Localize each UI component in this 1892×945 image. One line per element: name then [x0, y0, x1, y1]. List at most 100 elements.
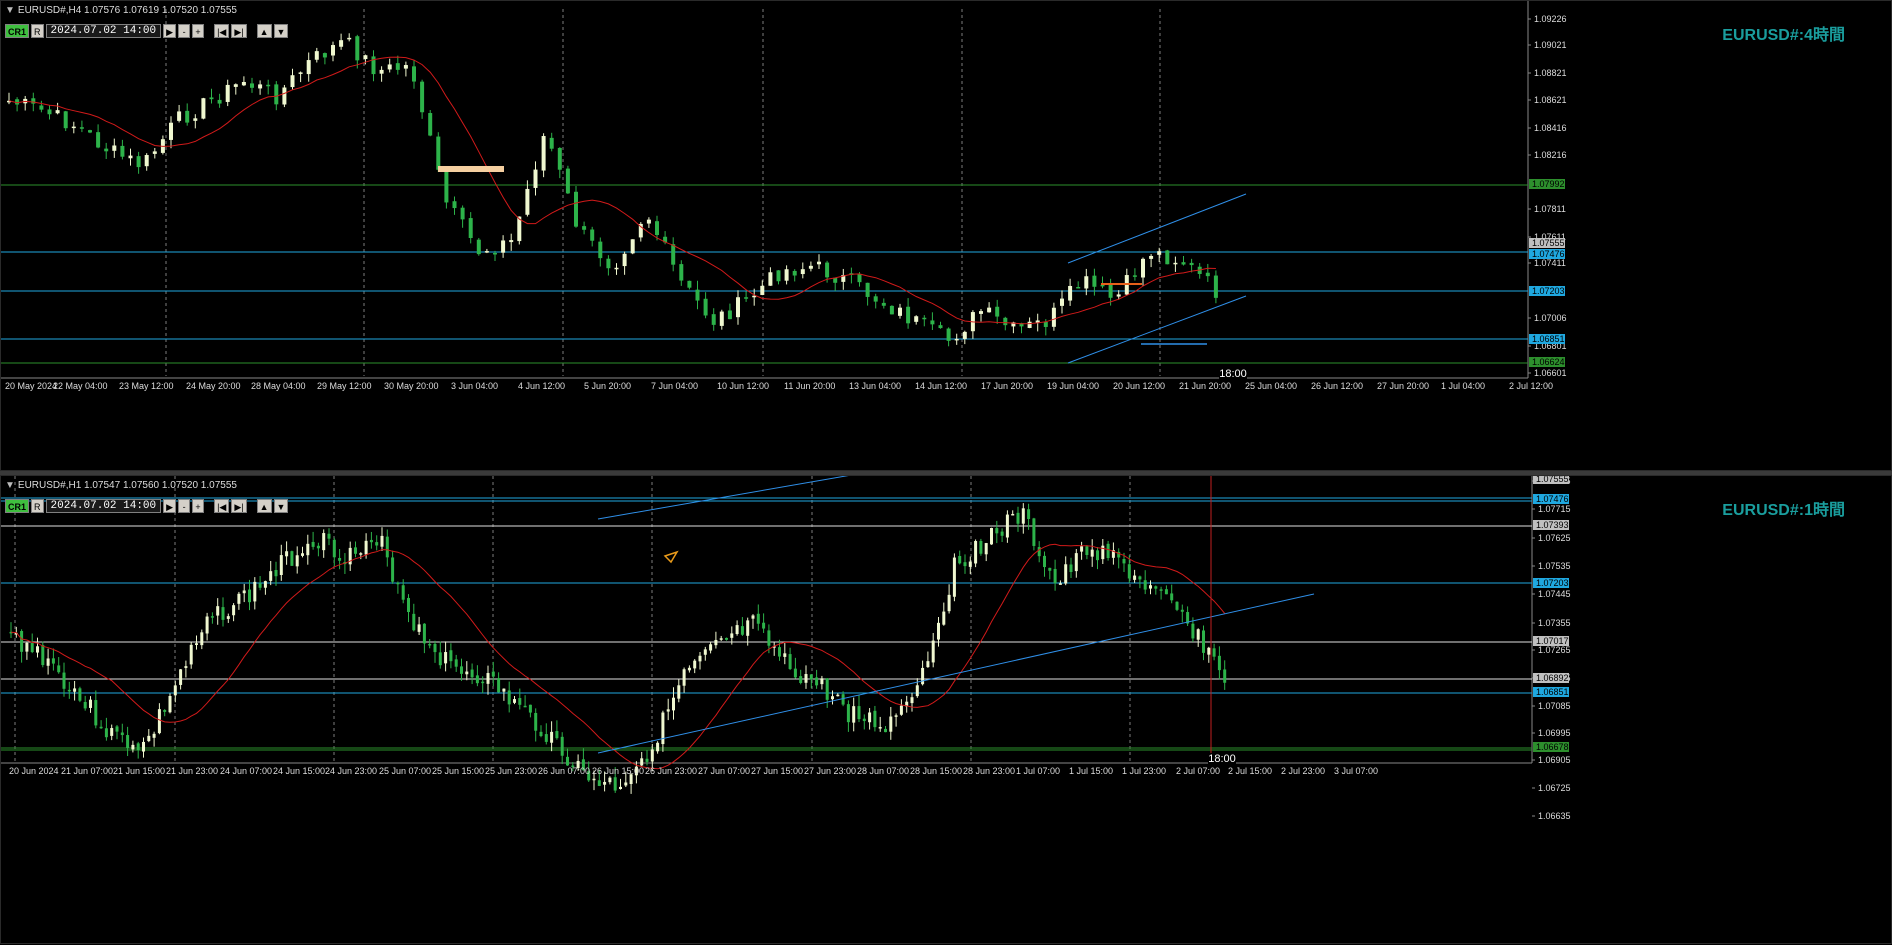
- time-tick-label: 1 Jul 15:00: [1069, 766, 1113, 776]
- candle-body: [401, 585, 405, 600]
- jump-start-icon[interactable]: |◀: [214, 24, 230, 38]
- h4-date-field[interactable]: 2024.07.02 14:00: [45, 24, 162, 38]
- scroll-up-icon[interactable]: ▲: [256, 499, 272, 513]
- candle-body: [420, 81, 425, 113]
- scroll-up-icon[interactable]: ▲: [256, 24, 272, 38]
- candle-body: [619, 786, 622, 790]
- h1-nav-toolbar: CR1 R 2024.07.02 14:00 ▶ - + |◀ ▶| ▲ ▼: [5, 498, 289, 514]
- candle-body: [671, 244, 676, 265]
- play-icon[interactable]: ▶: [163, 499, 177, 513]
- candle-body: [1043, 555, 1046, 568]
- candle-body: [258, 583, 262, 588]
- candle-body: [1092, 275, 1097, 287]
- jump-start-icon[interactable]: |◀: [214, 499, 230, 513]
- time-tick-label: 24 Jun 15:00: [273, 766, 325, 776]
- candle-body: [1068, 285, 1073, 301]
- h1-r-button[interactable]: R: [31, 499, 44, 513]
- h4-symbol-info: EURUSD#,H4 1.07576 1.07619 1.07520 1.075…: [17, 5, 237, 16]
- candle-body: [41, 645, 45, 666]
- candle-body: [233, 84, 238, 87]
- candle-body: [1080, 546, 1084, 552]
- candle-body: [1175, 601, 1179, 610]
- minus-icon[interactable]: -: [178, 24, 191, 38]
- candle-body: [142, 741, 145, 752]
- h1-chart-pane[interactable]: 1.078051.077151.076251.075351.074451.073…: [0, 475, 1892, 944]
- jump-end-icon[interactable]: ▶|: [231, 24, 247, 38]
- candle-body: [225, 84, 230, 102]
- h1-date-field[interactable]: 2024.07.02 14:00: [45, 499, 162, 513]
- minus-icon[interactable]: -: [178, 499, 191, 513]
- time-tick-label: 4 Jun 12:00: [518, 381, 565, 391]
- candle-body: [687, 280, 692, 288]
- candle-body: [436, 136, 441, 170]
- candle-body: [942, 611, 946, 625]
- price-tick-label: 1.07625: [1538, 533, 1571, 543]
- candle-body: [57, 665, 61, 673]
- candle-body: [1181, 262, 1186, 265]
- h4-chart-canvas[interactable]: 1.09226 1.09021 1.08821 1.08621 1.08416 1.082…: [1, 1, 1892, 472]
- candle-body: [1084, 276, 1089, 289]
- candle-body: [104, 148, 109, 152]
- candle-body: [168, 696, 172, 713]
- time-tick-label: 2 Jul 23:00: [1281, 766, 1325, 776]
- cursor-time-label: 18:00: [1208, 753, 1236, 765]
- candle-body: [306, 60, 311, 75]
- h4-cr-button[interactable]: CR1: [5, 24, 30, 38]
- candle-body: [379, 69, 384, 74]
- collapse-triangle-icon[interactable]: ▼: [5, 480, 15, 491]
- candle-body: [407, 597, 410, 613]
- candle-body: [89, 699, 92, 708]
- scroll-down-icon[interactable]: ▼: [273, 24, 289, 38]
- time-tick-label: 21 Jun 07:00: [61, 766, 113, 776]
- scroll-down-icon[interactable]: ▼: [273, 499, 289, 513]
- candle-body: [279, 555, 283, 575]
- candle-body: [990, 528, 993, 545]
- candle-body: [136, 156, 141, 168]
- price-tick-label: 1.07006: [1534, 313, 1567, 323]
- candle-body: [1074, 553, 1078, 572]
- h1-cr-button[interactable]: CR1: [5, 499, 30, 513]
- price-tick-label: 1.06601: [1534, 368, 1567, 378]
- candle-body: [1122, 558, 1126, 564]
- candle-body: [513, 699, 516, 703]
- candle-body: [258, 84, 263, 89]
- candle-body: [163, 710, 167, 712]
- time-tick-label: 25 Jun 04:00: [1245, 381, 1297, 391]
- candle-body: [509, 240, 514, 243]
- candle-body: [767, 630, 771, 646]
- time-tick-label: 2 Jul 12:00: [1509, 381, 1553, 391]
- moving-average-line: [8, 56, 1216, 325]
- candle-body: [622, 253, 627, 267]
- candle-body: [217, 99, 222, 104]
- plus-icon[interactable]: +: [192, 24, 205, 38]
- h1-chart-title: EURUSD#:1時間: [1722, 502, 1845, 519]
- candle-body: [698, 655, 702, 662]
- h4-chart-pane[interactable]: 1.09226 1.09021 1.08821 1.08621 1.08416 1.082…: [0, 0, 1892, 471]
- candle-body: [79, 127, 84, 129]
- candle-body: [62, 672, 66, 689]
- collapse-triangle-icon[interactable]: ▼: [5, 5, 15, 16]
- candle-body: [987, 307, 992, 313]
- candle-body: [946, 328, 951, 341]
- candle-body: [476, 239, 481, 255]
- candle-body: [597, 780, 601, 786]
- h1-chart-canvas[interactable]: 1.078051.077151.076251.075351.074451.073…: [1, 476, 1892, 945]
- candle-body: [995, 306, 1000, 317]
- h1-chart-header: ▼ EURUSD#,H1 1.07547 1.07560 1.07520 1.07…: [5, 480, 237, 491]
- candle-body: [126, 735, 130, 749]
- candle-body: [120, 145, 125, 157]
- plus-icon[interactable]: +: [192, 499, 205, 513]
- candle-body: [387, 64, 392, 70]
- candle-body: [1016, 512, 1020, 524]
- candle-body: [1000, 531, 1004, 536]
- candle-body: [200, 632, 204, 646]
- jump-end-icon[interactable]: ▶|: [231, 499, 247, 513]
- candle-body: [800, 269, 805, 275]
- time-tick-label: 14 Jun 12:00: [915, 381, 967, 391]
- play-icon[interactable]: ▶: [163, 24, 177, 38]
- h4-r-button[interactable]: R: [31, 24, 44, 38]
- candle-body: [285, 551, 289, 557]
- candle-body: [776, 270, 781, 282]
- candle-body: [725, 637, 728, 640]
- candle-body: [525, 188, 530, 215]
